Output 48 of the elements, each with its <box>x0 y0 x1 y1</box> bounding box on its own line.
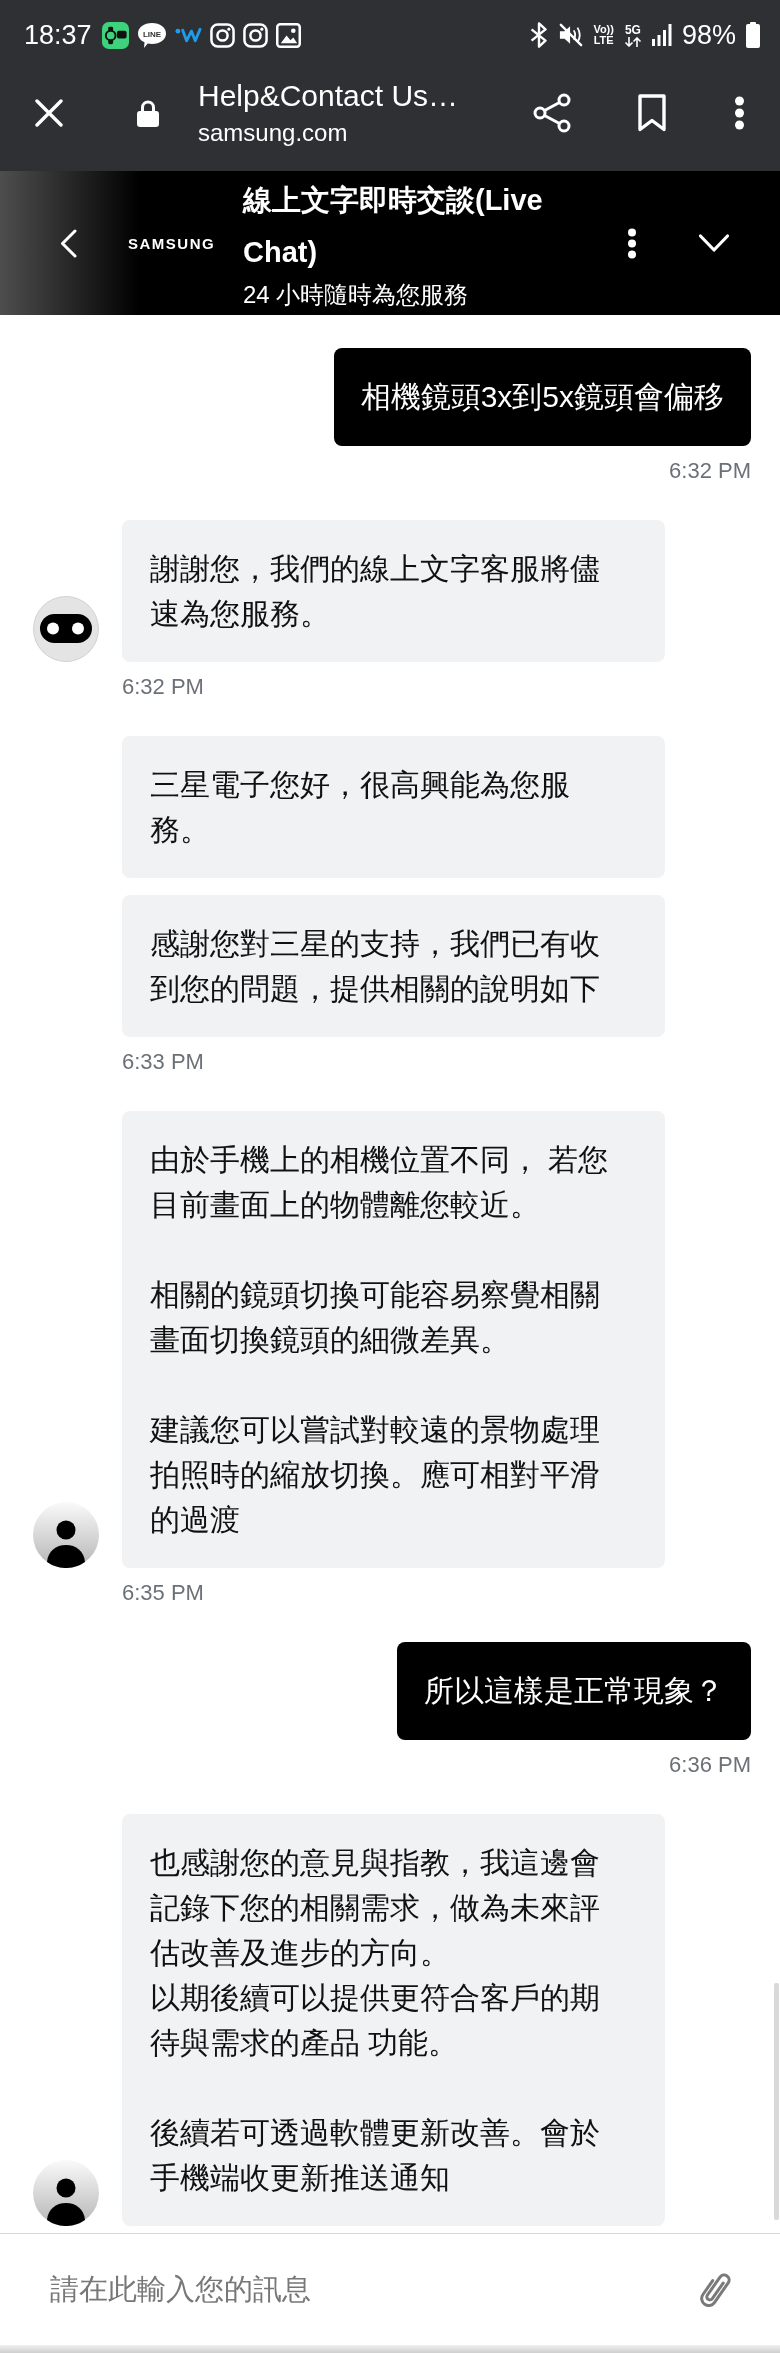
network-type-label: 5G <box>624 23 641 36</box>
chat-title: 線上文字即時交談(Live Chat) <box>243 183 544 270</box>
battery-percent: 98% <box>681 19 736 51</box>
message-time: 6:35 PM <box>122 1580 204 1606</box>
message-time: 6:32 PM <box>122 674 204 700</box>
bluetooth-icon <box>529 22 550 48</box>
message-time: 6:32 PM <box>669 458 751 484</box>
muted-speaker-icon <box>559 23 584 47</box>
message-bubble: 相機鏡頭3x到5x鏡頭會偏移 <box>333 348 751 446</box>
bot-avatar-icon <box>33 596 99 662</box>
data-arrows-icon <box>623 36 642 47</box>
menu-icon[interactable] <box>627 227 637 259</box>
image-icon <box>275 22 301 48</box>
person-avatar-icon <box>33 2160 99 2226</box>
volte-indicator: Vo)) LTE <box>593 24 614 46</box>
message-bubble: 所以這樣是正常現象？ <box>397 1642 751 1740</box>
message-time: 6:33 PM <box>122 1049 204 1075</box>
message-time: 6:36 PM <box>669 1752 751 1778</box>
status-time: 18:37 <box>24 19 92 51</box>
speech-bubble-icon: LINE <box>136 21 167 49</box>
menu-icon[interactable] <box>734 95 745 130</box>
battery-icon <box>746 22 760 48</box>
page-title: Help&Contact Us… <box>198 77 459 114</box>
message-text: 由於手機上的相機位置不同， 若您目前畫面上的物體離您較近。 <box>150 1142 610 1223</box>
person-avatar-icon <box>33 1502 99 1568</box>
back-icon[interactable] <box>60 228 77 258</box>
share-icon[interactable] <box>533 92 571 133</box>
page-url: samsung.com <box>198 117 348 148</box>
message-text: 也感謝您的意見與指教，我這邊會記錄下您的相關需求，做為未來評估改善及進步的方向。 <box>150 1845 601 1971</box>
chat-subtitle: 24 小時隨時為您服務 <box>243 280 469 310</box>
message-text: 後續若可透過軟體更新改善。會於手機端收更新推送通知 <box>150 2115 601 2196</box>
message-text: 三星電子您好，很高興能為您服務。 <box>150 767 571 848</box>
message-text: 感謝您對三星的支持，我們已有收到您的問題，提供相關的說明如下 <box>150 926 601 1007</box>
message-text: 相關的鏡頭切換可能容易察覺相關畫面切換鏡頭的細微差異。 <box>150 1277 601 1358</box>
watch-app-icon <box>101 21 129 49</box>
message-text: 以期後續可以提供更符合客戶的期待與需求的產品 功能。 <box>150 1980 601 2061</box>
close-icon[interactable] <box>35 98 63 127</box>
signal-bars-icon <box>651 24 672 46</box>
lock-icon[interactable] <box>137 98 159 127</box>
bookmark-icon[interactable] <box>638 93 666 132</box>
zigzag-icon <box>174 26 202 44</box>
message-text: 建議您可以嘗試對較遠的景物處理拍照時的縮放切換。應可相對平滑的過渡 <box>150 1412 601 1538</box>
brand-logo: SAMSUNG <box>128 234 217 252</box>
camera-outline-icon <box>242 22 268 48</box>
camera-outline-icon <box>209 22 235 48</box>
message-input[interactable]: 請在此輸入您的訊息 <box>50 2268 678 2311</box>
chevron-down-icon[interactable] <box>698 233 730 253</box>
message-text: 謝謝您，我們的線上文字客服將儘速為您服務。 <box>150 551 601 632</box>
